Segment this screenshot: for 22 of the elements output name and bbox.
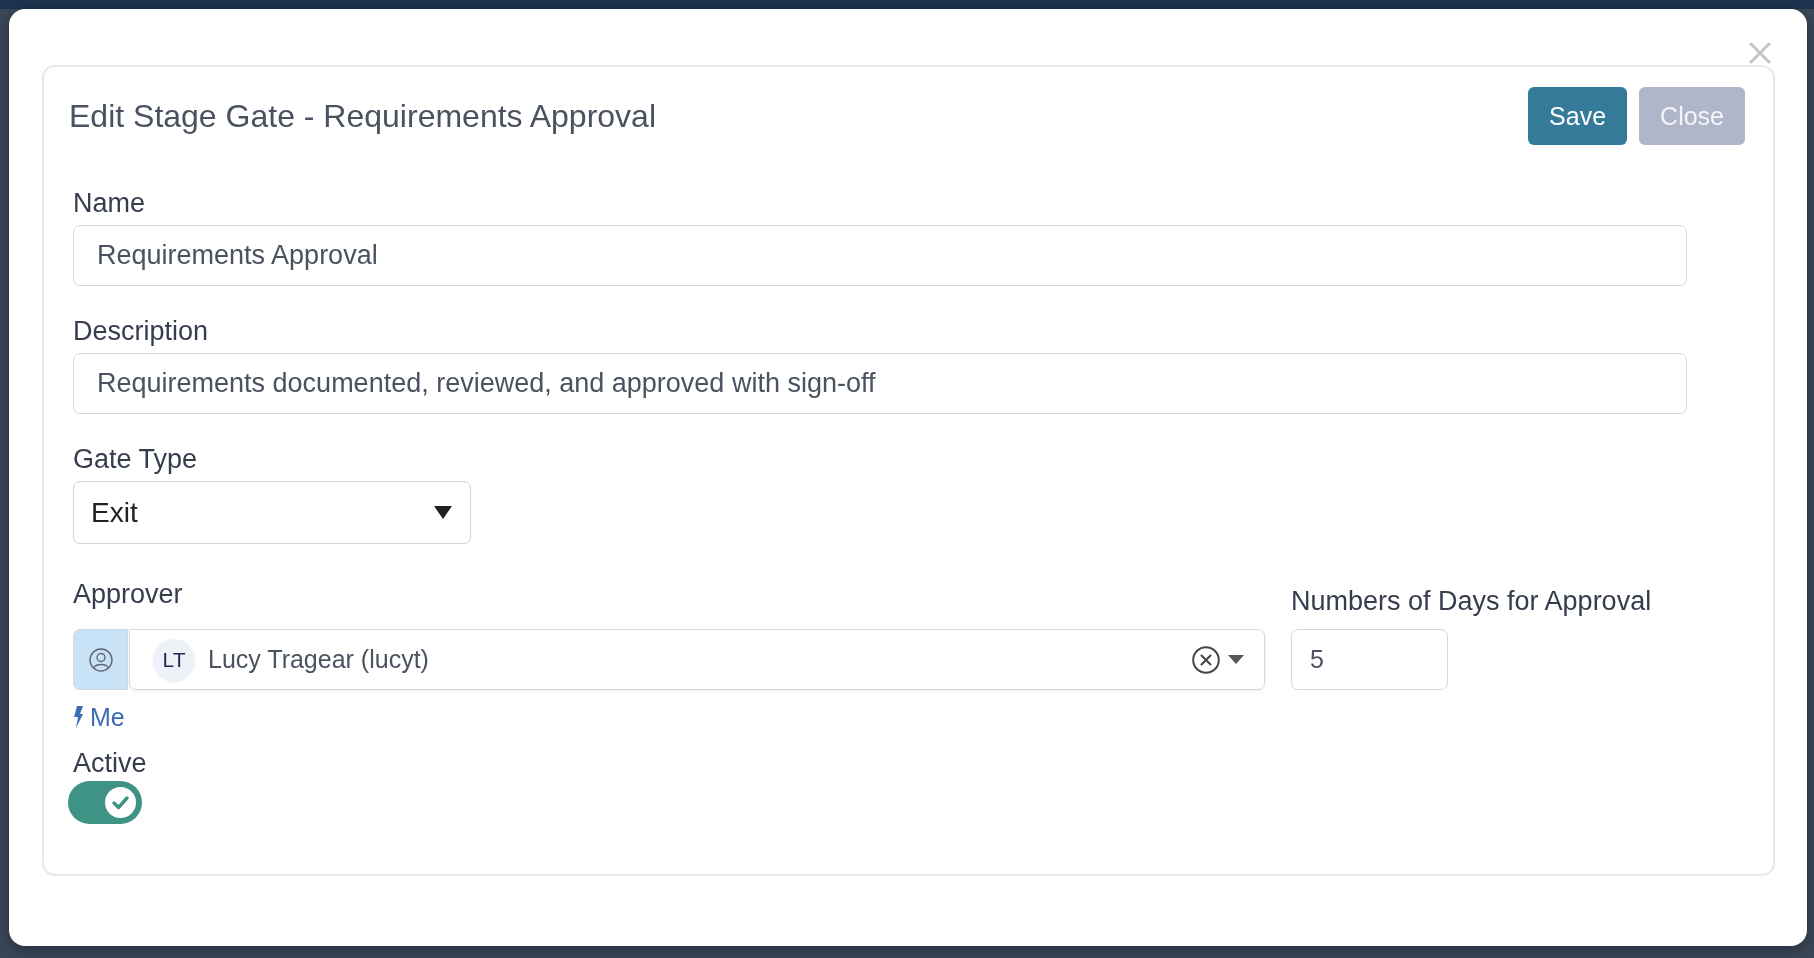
active-toggle[interactable] [68, 781, 142, 824]
field-label: Active [73, 747, 147, 780]
check-icon [105, 787, 136, 818]
dialog-title: Edit Stage Gate - Requirements Approval [69, 97, 656, 136]
name-field[interactable]: Requirements Approval [73, 225, 1687, 286]
caret-icon [434, 506, 452, 519]
description-field[interactable]: Requirements documented, reviewed, and approved with sign-off [73, 353, 1687, 414]
user-avatar: LT [153, 638, 195, 681]
field-label: Approver [73, 578, 183, 611]
field-label: Description [73, 315, 209, 348]
clear-icon[interactable] [1192, 645, 1220, 674]
caret-icon[interactable] [1228, 655, 1244, 664]
field-label: Name [73, 187, 146, 220]
save-button[interactable]: Save [1528, 87, 1628, 145]
days-field[interactable]: 5 [1291, 629, 1448, 690]
field-label: Gate Type [73, 443, 198, 476]
approver-select[interactable]: LT Lucy Tragear (lucyt) [129, 629, 1265, 690]
user-icon [88, 647, 113, 672]
gate-type-select[interactable]: Exit [73, 481, 471, 544]
field-label: Numbers of Days for Approval [1291, 585, 1652, 618]
me-link[interactable]: Me [73, 702, 125, 732]
lightning-icon [73, 706, 83, 728]
